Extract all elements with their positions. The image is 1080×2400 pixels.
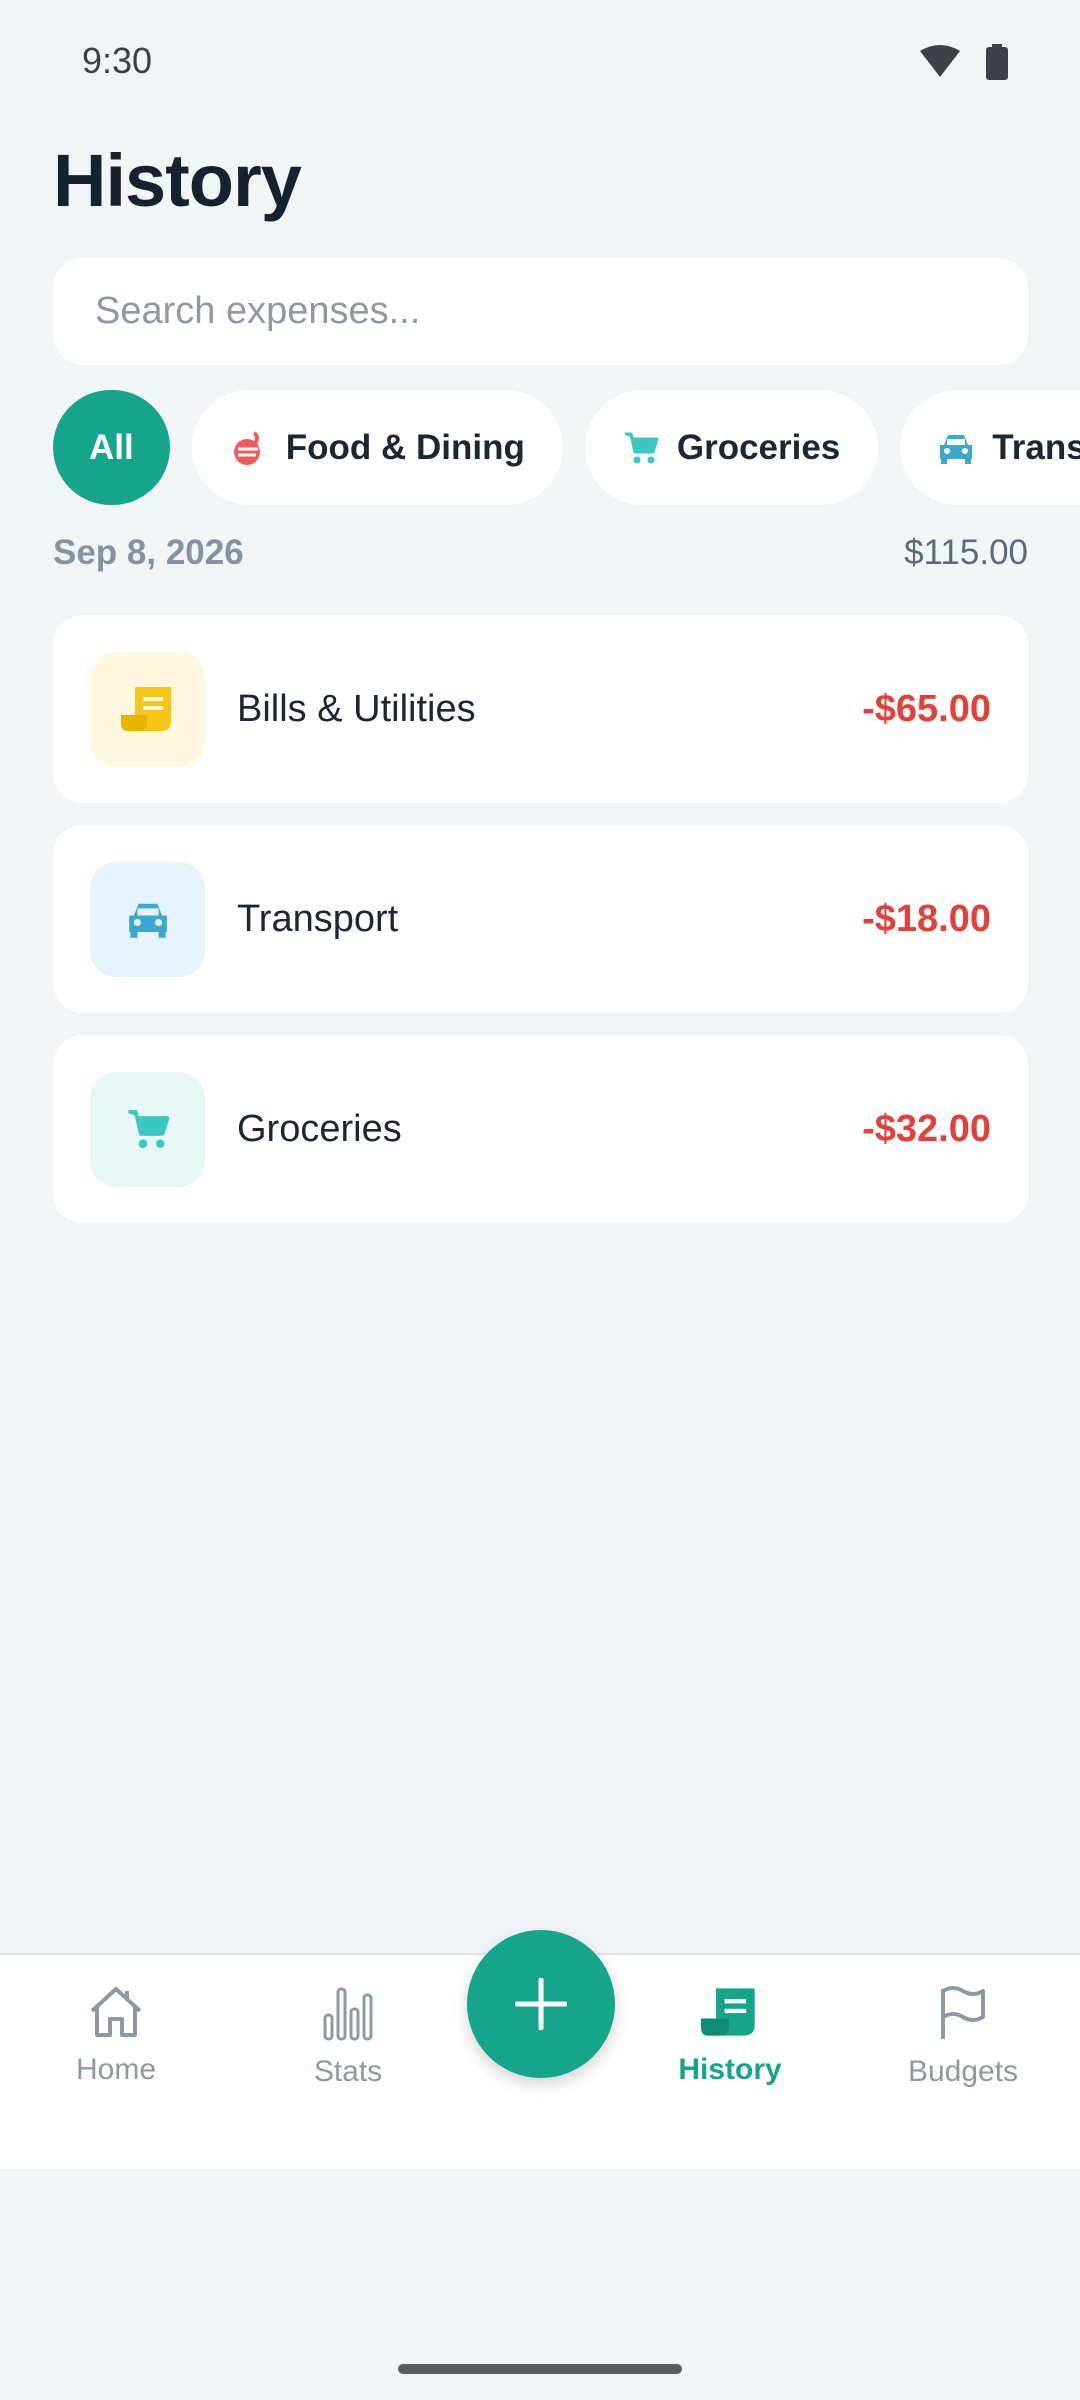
date-total: $115.00 [904, 533, 1028, 572]
transaction-amount: -$65.00 [862, 687, 991, 730]
wifi-icon [920, 45, 960, 77]
food-icon [233, 430, 260, 465]
filter-chip-transport[interactable]: Transpor [900, 390, 1080, 505]
search-input[interactable] [53, 258, 1028, 365]
status-icons [920, 44, 1008, 80]
add-expense-button[interactable] [467, 1930, 615, 2078]
transaction-amount: -$18.00 [862, 897, 991, 940]
filter-chip-groceries[interactable]: Groceries [584, 390, 879, 505]
cart-icon [624, 432, 659, 463]
receipt-icon [701, 1988, 755, 2036]
nav-item-stats[interactable]: Stats [268, 1985, 428, 2089]
filter-chip-all[interactable]: All [53, 390, 170, 505]
chip-label: Groceries [676, 427, 841, 467]
category-icon-wrap [90, 861, 205, 977]
home-indicator[interactable] [398, 2364, 682, 2374]
nav-label: History [678, 2053, 782, 2086]
category-icon-wrap [90, 1071, 205, 1187]
transaction-name: Transport [237, 897, 399, 940]
chip-label: All [89, 427, 134, 467]
filter-chip-food-dining[interactable]: Food & Dining [191, 390, 563, 505]
category-filter-chips: All Food & Dining Groceries Transpor [53, 390, 1080, 505]
nav-label: Stats [313, 2055, 383, 2088]
home-icon [90, 1987, 142, 2037]
nav-label: Budgets [907, 2055, 1019, 2088]
car-icon [940, 434, 973, 464]
nav-item-history[interactable]: History [650, 1985, 810, 2087]
transaction-name: Bills & Utilities [237, 687, 476, 730]
cart-icon [127, 1110, 169, 1148]
status-time: 9:30 [82, 40, 153, 81]
transaction-name: Groceries [237, 1107, 402, 1150]
plus-icon [515, 1978, 567, 2030]
nav-label: Home [75, 2053, 157, 2086]
chip-label: Food & Dining [285, 427, 525, 467]
page-title: History [53, 139, 302, 222]
nav-item-home[interactable]: Home [36, 1985, 196, 2087]
date-label: Sep 8, 2026 [53, 533, 244, 572]
transaction-amount: -$32.00 [862, 1107, 991, 1150]
transaction-item-transport[interactable]: Transport -$18.00 [53, 825, 1028, 1013]
nav-item-budgets[interactable]: Budgets [883, 1985, 1043, 2089]
transaction-item-bills-utilities[interactable]: Bills & Utilities -$65.00 [53, 615, 1028, 803]
category-icon-wrap [90, 651, 205, 767]
date-group-header: Sep 8, 2026 $115.00 [53, 533, 1028, 573]
status-bar: 9:30 [0, 0, 1080, 126]
bar-chart-icon [323, 1987, 373, 2041]
flag-icon [941, 1986, 985, 2039]
battery-icon [986, 44, 1008, 80]
transaction-item-groceries[interactable]: Groceries -$32.00 [53, 1035, 1028, 1223]
car-icon [128, 903, 167, 938]
chip-label: Transpor [992, 427, 1080, 467]
receipt-icon [120, 687, 171, 731]
